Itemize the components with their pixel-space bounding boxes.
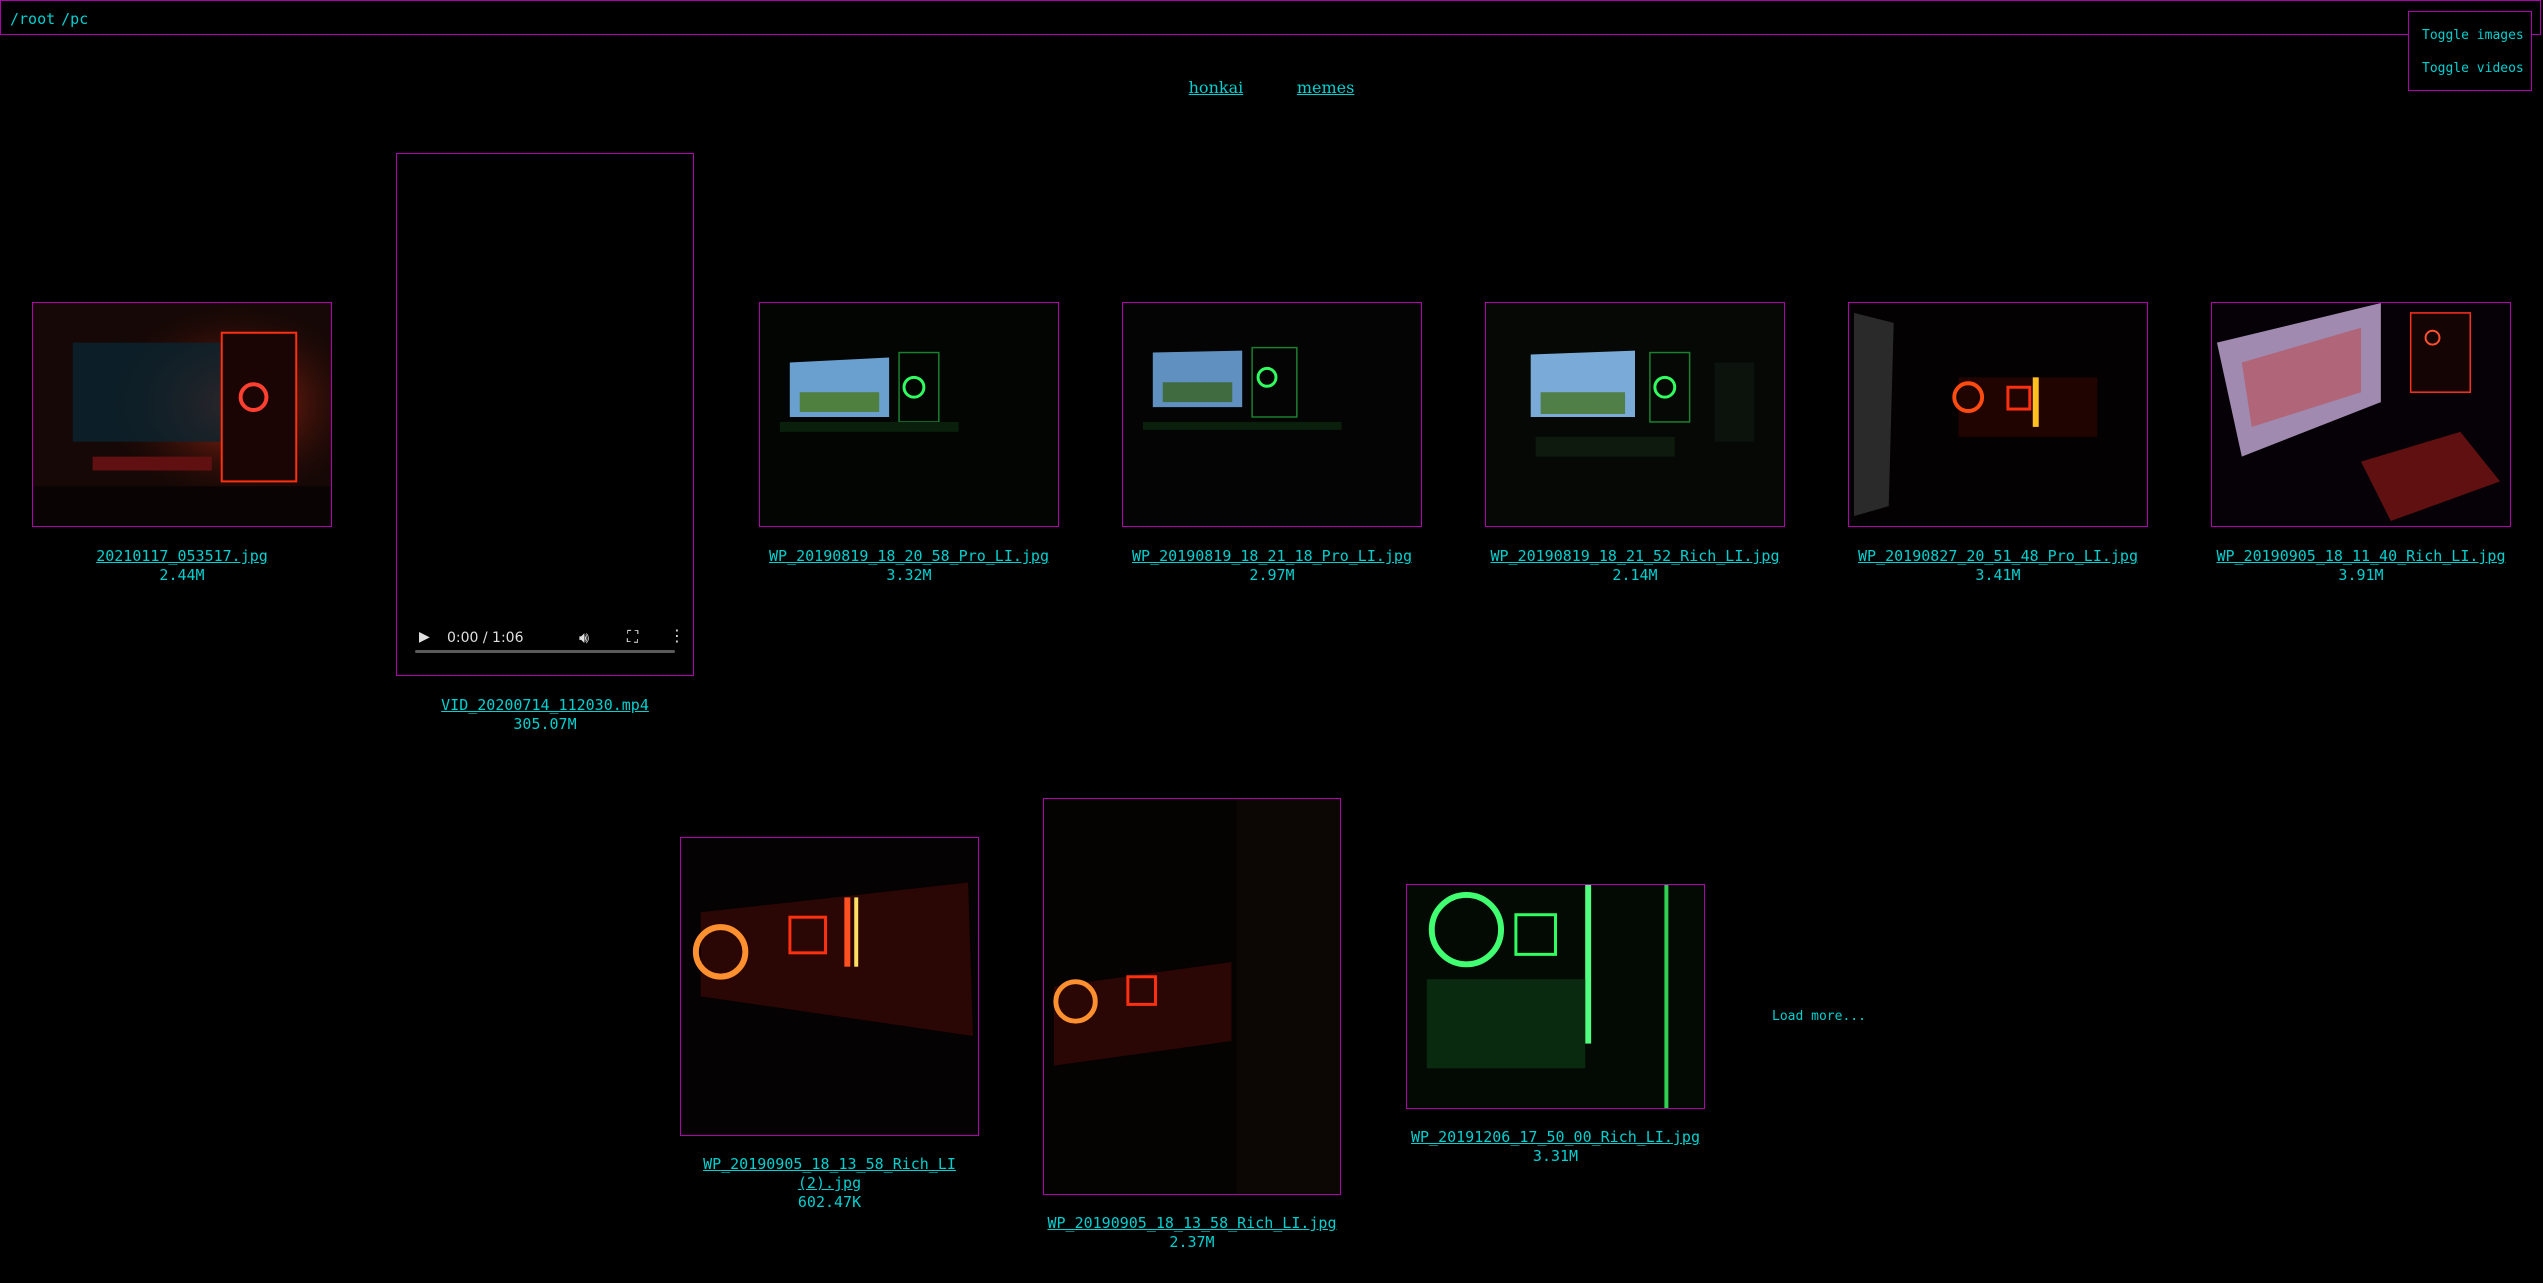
file-size: 305.07M bbox=[513, 715, 577, 733]
image-thumbnail-gpu-dark[interactable] bbox=[1043, 798, 1341, 1195]
file-link[interactable]: WP_20190905_18_13_58_Rich_LI bbox=[680, 1155, 979, 1174]
image-thumbnail-green-case[interactable] bbox=[1406, 884, 1705, 1109]
subdir-link-memes[interactable]: memes bbox=[1297, 78, 1355, 97]
file-link[interactable]: 20210117_053517.jpg bbox=[32, 547, 332, 566]
file-link[interactable]: WP_20190905_18_13_58_Rich_LI.jpg bbox=[1043, 1214, 1341, 1233]
file-link[interactable]: WP_20190905_18_11_40_Rich_LI.jpg bbox=[2211, 547, 2511, 566]
caption: WP_20190827_20_51_48_Pro_LI.jpg 3.41M bbox=[1848, 547, 2148, 585]
image-thumbnail-monitor-green[interactable] bbox=[1485, 302, 1785, 527]
file-link[interactable]: WP_20190819_18_21_52_Rich_LI.jpg bbox=[1485, 547, 1785, 566]
caption: WP_20190905_18_13_58_Rich_LI (2).jpg 602… bbox=[680, 1155, 979, 1212]
file-size: 3.31M bbox=[1532, 1147, 1579, 1165]
breadcrumb: /root/pc bbox=[10, 10, 94, 28]
file-size: 2.37M bbox=[1169, 1233, 1215, 1251]
file-size: 3.41M bbox=[1975, 566, 2021, 584]
load-more-link[interactable]: Load more... bbox=[1772, 1009, 1866, 1024]
more-options-icon[interactable]: ⋮ bbox=[669, 626, 685, 645]
breadcrumb-pc[interactable]: /pc bbox=[61, 10, 88, 28]
video-player[interactable]: ▶ 0:00 / 1:06 🔊︎ ⛶ ⋮ bbox=[396, 153, 694, 676]
image-thumbnail-pc-red[interactable] bbox=[32, 302, 332, 527]
caption: VID_20200714_112030.mp4 305.07M bbox=[396, 696, 694, 734]
file-link[interactable]: WP_20191206_17_50_00_Rich_LI.jpg bbox=[1406, 1128, 1705, 1147]
caption: WP_20190819_18_20_58_Pro_LI.jpg 3.32M bbox=[759, 547, 1059, 585]
volume-icon[interactable]: 🔊︎ bbox=[579, 628, 589, 648]
file-link[interactable]: VID_20200714_112030.mp4 bbox=[396, 696, 694, 715]
file-link[interactable]: WP_20190819_18_21_18_Pro_LI.jpg bbox=[1122, 547, 1422, 566]
top-bar bbox=[0, 0, 2541, 35]
file-size: 2.44M bbox=[159, 566, 205, 584]
toggle-videos-button[interactable]: Toggle videos bbox=[2422, 61, 2524, 76]
caption: WP_20190905_18_11_40_Rich_LI.jpg 3.91M bbox=[2211, 547, 2511, 585]
image-thumbnail-red-fans[interactable] bbox=[1848, 302, 2148, 527]
caption: 20210117_053517.jpg 2.44M bbox=[32, 547, 332, 585]
video-progress-bar[interactable] bbox=[415, 650, 675, 653]
image-thumbnail-curved-monitor[interactable] bbox=[2211, 302, 2511, 527]
image-thumbnail-monitor-green[interactable] bbox=[1122, 302, 1422, 527]
caption: WP_20190819_18_21_18_Pro_LI.jpg 2.97M bbox=[1122, 547, 1422, 585]
caption: WP_20191206_17_50_00_Rich_LI.jpg 3.31M bbox=[1406, 1128, 1705, 1166]
image-thumbnail-gpu-red[interactable] bbox=[680, 837, 979, 1136]
file-size: 2.97M bbox=[1249, 566, 1295, 584]
fullscreen-icon[interactable]: ⛶ bbox=[627, 627, 638, 647]
file-size: 2.14M bbox=[1612, 566, 1658, 584]
play-icon[interactable]: ▶ bbox=[419, 629, 430, 645]
file-link[interactable]: (2).jpg bbox=[680, 1174, 979, 1193]
breadcrumb-root[interactable]: /root bbox=[10, 10, 55, 28]
file-size: 3.32M bbox=[886, 566, 932, 584]
subdir-link-honkai[interactable]: honkai bbox=[1189, 78, 1244, 97]
video-time: 0:00 / 1:06 bbox=[447, 630, 524, 646]
image-thumbnail-monitor-green[interactable] bbox=[759, 302, 1059, 527]
caption: WP_20190819_18_21_52_Rich_LI.jpg 2.14M bbox=[1485, 547, 1785, 585]
caption: WP_20190905_18_13_58_Rich_LI.jpg 2.37M bbox=[1043, 1214, 1341, 1252]
file-link[interactable]: WP_20190827_20_51_48_Pro_LI.jpg bbox=[1848, 547, 2148, 566]
toggle-images-button[interactable]: Toggle images bbox=[2422, 28, 2524, 43]
subdirectory-links: honkai memes bbox=[0, 78, 2543, 97]
file-size: 602.47K bbox=[797, 1193, 862, 1211]
file-size: 3.91M bbox=[2338, 566, 2384, 584]
video-controls: ▶ 0:00 / 1:06 🔊︎ ⛶ ⋮ bbox=[415, 623, 685, 653]
file-link[interactable]: WP_20190819_18_20_58_Pro_LI.jpg bbox=[759, 547, 1059, 566]
